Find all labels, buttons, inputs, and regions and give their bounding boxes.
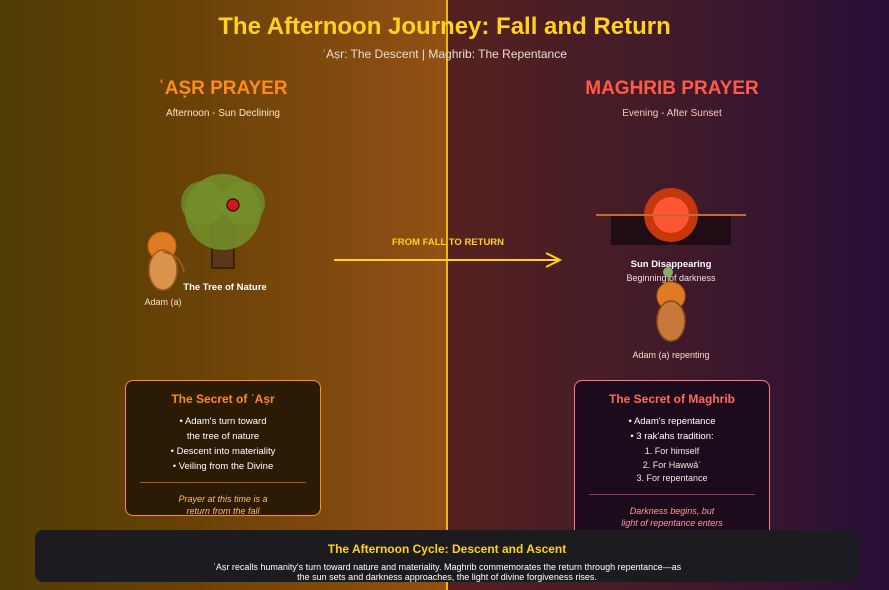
fall-to-return-arrow <box>334 252 563 268</box>
page-subtitle: ʿAṣr: The Descent | Maghrib: The Repenta… <box>322 47 567 61</box>
asr-secret-card: The Secret of ʿAṣr • Adam's turn toward … <box>125 380 321 516</box>
fruit-icon <box>226 198 240 212</box>
tree-label: The Tree of Nature <box>183 282 267 293</box>
setting-sun-illustration <box>596 188 746 245</box>
adam-repenting-body <box>656 300 686 342</box>
asr-card-note: Prayer at this time is a <box>178 494 268 504</box>
maghrib-card-note: Darkness begins, but <box>629 505 715 516</box>
maghrib-secret-card: The Secret of Maghrib • Adam's repentanc… <box>574 380 770 538</box>
maghrib-card-divider <box>589 493 755 495</box>
maghrib-card-subitem: 1. For himself <box>644 446 700 456</box>
asr-subtitle: Afternoon - Sun Declining <box>166 108 280 119</box>
adam-repenting-figure <box>656 267 686 342</box>
maghrib-subtitle: Evening - After Sunset <box>622 108 722 119</box>
summary-text: ʿAṣr recalls humanity's turn toward natu… <box>212 562 682 582</box>
asr-card-item: • Veiling from the Divine <box>172 461 274 472</box>
maghrib-card-item: • 3 rak'ahs tradition: <box>630 431 714 442</box>
summary-title: The Afternoon Cycle: Descent and Ascent <box>327 542 567 556</box>
asr-title: ʿAṢR PRAYER <box>158 78 288 99</box>
maghrib-title: MAGHRIB PRAYER <box>585 78 759 99</box>
arrow-label: FROM FALL TO RETURN <box>391 237 505 248</box>
asr-card-item: • Descent into materiality <box>170 446 276 457</box>
asr-card-divider <box>140 482 306 483</box>
asr-card-title: The Secret of ʿAṣr <box>171 392 275 406</box>
maghrib-card-subitem: 3. For repentance <box>636 473 708 483</box>
center-divider <box>446 0 448 590</box>
afternoon-cycle-summary: The Afternoon Cycle: Descent and Ascent … <box>35 530 859 582</box>
maghrib-card-item: • Adam's repentance <box>628 416 716 427</box>
maghrib-card-title: The Secret of Maghrib <box>608 392 736 406</box>
asr-card-note: return from the fall <box>186 506 260 516</box>
maghrib-card-subitem: 2. For Hawwāʾ <box>642 459 702 470</box>
adam-repenting-label: Adam (a) repenting <box>632 350 710 360</box>
asr-card-item: the tree of nature <box>186 431 260 442</box>
maghrib-card-note: light of repentance enters <box>621 517 723 528</box>
page-title: The Afternoon Journey: Fall and Return <box>218 13 671 40</box>
adam-label: Adam (a) <box>144 297 182 307</box>
asr-card-item: • Adam's turn toward <box>179 416 267 427</box>
